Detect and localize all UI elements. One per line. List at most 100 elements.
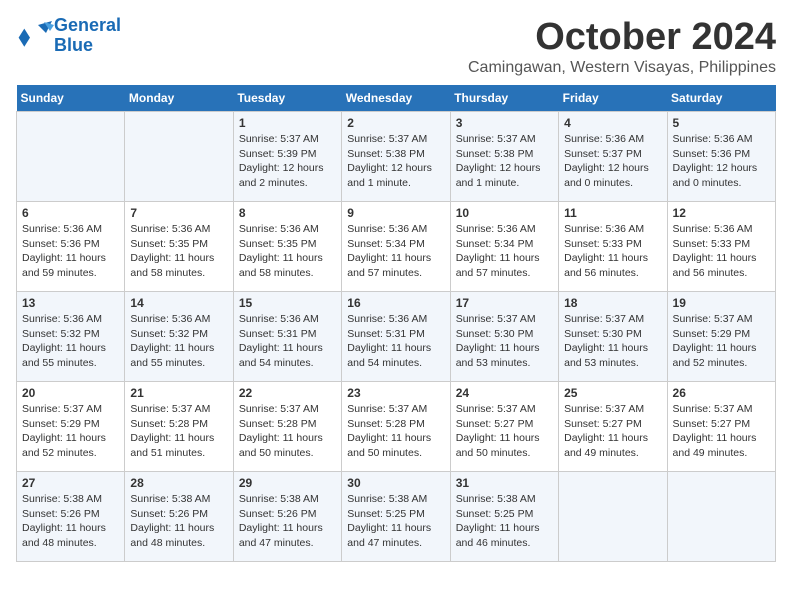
- day-number: 5: [673, 116, 770, 130]
- day-number: 19: [673, 296, 770, 310]
- day-info: Sunrise: 5:37 AMSunset: 5:28 PMDaylight:…: [347, 402, 444, 461]
- calendar-cell: 4Sunrise: 5:36 AMSunset: 5:37 PMDaylight…: [559, 112, 667, 202]
- day-number: 20: [22, 386, 119, 400]
- calendar-cell: [125, 112, 233, 202]
- day-info: Sunrise: 5:38 AMSunset: 5:25 PMDaylight:…: [456, 492, 553, 551]
- calendar-week-2: 6Sunrise: 5:36 AMSunset: 5:36 PMDaylight…: [17, 202, 776, 292]
- day-number: 1: [239, 116, 336, 130]
- day-info: Sunrise: 5:37 AMSunset: 5:27 PMDaylight:…: [456, 402, 553, 461]
- calendar-cell: 27Sunrise: 5:38 AMSunset: 5:26 PMDayligh…: [17, 472, 125, 562]
- day-number: 26: [673, 386, 770, 400]
- calendar-cell: 2Sunrise: 5:37 AMSunset: 5:38 PMDaylight…: [342, 112, 450, 202]
- calendar-cell: 9Sunrise: 5:36 AMSunset: 5:34 PMDaylight…: [342, 202, 450, 292]
- calendar-table: SundayMondayTuesdayWednesdayThursdayFrid…: [16, 85, 776, 562]
- location-subtitle: Camingawan, Western Visayas, Philippines: [468, 59, 776, 77]
- logo-icon: ⬧: [16, 17, 54, 55]
- header-thursday: Thursday: [450, 85, 558, 112]
- calendar-cell: 18 Sunrise: 5:37 AMSunset: 5:30 PMDayligh…: [559, 292, 667, 382]
- day-info: Sunrise: 5:36 AMSunset: 5:35 PMDaylight:…: [130, 222, 227, 281]
- calendar-cell: [17, 112, 125, 202]
- calendar-cell: [667, 472, 775, 562]
- day-number: 18: [564, 296, 661, 310]
- day-info: Sunrise: 5:37 AMSunset: 5:29 PMDaylight:…: [673, 312, 770, 371]
- calendar-cell: 31 Sunrise: 5:38 AMSunset: 5:25 PMDayligh…: [450, 472, 558, 562]
- calendar-week-3: 13 Sunrise: 5:36 AMSunset: 5:32 PMDayligh…: [17, 292, 776, 382]
- month-title: October 2024: [468, 16, 776, 59]
- header-monday: Monday: [125, 85, 233, 112]
- calendar-cell: 20 Sunrise: 5:37 AMSunset: 5:29 PMDayligh…: [17, 382, 125, 472]
- logo-text: General Blue: [54, 16, 121, 56]
- calendar-cell: 22 Sunrise: 5:37 AMSunset: 5:28 PMDayligh…: [233, 382, 341, 472]
- calendar-week-4: 20 Sunrise: 5:37 AMSunset: 5:29 PMDayligh…: [17, 382, 776, 472]
- day-number: 21: [130, 386, 227, 400]
- day-number: 15: [239, 296, 336, 310]
- calendar-cell: 24 Sunrise: 5:37 AMSunset: 5:27 PMDayligh…: [450, 382, 558, 472]
- header-wednesday: Wednesday: [342, 85, 450, 112]
- logo: ⬧ General Blue: [16, 16, 121, 56]
- calendar-cell: 1 Sunrise: 5:37 AMSunset: 5:39 PMDaylight…: [233, 112, 341, 202]
- day-number: 7: [130, 206, 227, 220]
- title-block: October 2024 Camingawan, Western Visayas…: [468, 16, 776, 77]
- day-info: Sunrise: 5:36 AMSunset: 5:32 PMDaylight:…: [130, 312, 227, 371]
- calendar-cell: 13 Sunrise: 5:36 AMSunset: 5:32 PMDayligh…: [17, 292, 125, 382]
- day-info: Sunrise: 5:37 AMSunset: 5:30 PMDaylight:…: [564, 312, 661, 371]
- day-info: Sunrise: 5:38 AMSunset: 5:26 PMDaylight:…: [130, 492, 227, 551]
- day-number: 29: [239, 476, 336, 490]
- day-number: 12: [673, 206, 770, 220]
- day-info: Sunrise: 5:36 AMSunset: 5:36 PMDaylight:…: [22, 222, 119, 281]
- day-info: Sunrise: 5:37 AMSunset: 5:27 PMDaylight:…: [673, 402, 770, 461]
- calendar-cell: 29 Sunrise: 5:38 AMSunset: 5:26 PMDayligh…: [233, 472, 341, 562]
- day-info: Sunrise: 5:37 AMSunset: 5:38 PMDaylight:…: [347, 132, 444, 191]
- day-number: 30: [347, 476, 444, 490]
- calendar-cell: 12 Sunrise: 5:36 AMSunset: 5:33 PMDayligh…: [667, 202, 775, 292]
- day-info: Sunrise: 5:37 AMSunset: 5:29 PMDaylight:…: [22, 402, 119, 461]
- day-number: 16: [347, 296, 444, 310]
- header-saturday: Saturday: [667, 85, 775, 112]
- calendar-cell: 10Sunrise: 5:36 AMSunset: 5:34 PMDayligh…: [450, 202, 558, 292]
- day-info: Sunrise: 5:36 AMSunset: 5:33 PMDaylight:…: [673, 222, 770, 281]
- header-friday: Friday: [559, 85, 667, 112]
- calendar-cell: 7 Sunrise: 5:36 AMSunset: 5:35 PMDaylight…: [125, 202, 233, 292]
- calendar-cell: 16 Sunrise: 5:36 AMSunset: 5:31 PMDayligh…: [342, 292, 450, 382]
- day-number: 22: [239, 386, 336, 400]
- calendar-cell: 19 Sunrise: 5:37 AMSunset: 5:29 PMDayligh…: [667, 292, 775, 382]
- day-number: 27: [22, 476, 119, 490]
- day-number: 24: [456, 386, 553, 400]
- svg-text:⬧: ⬧: [18, 20, 31, 51]
- day-info: Sunrise: 5:36 AMSunset: 5:32 PMDaylight:…: [22, 312, 119, 371]
- day-number: 3: [456, 116, 553, 130]
- logo-line2: Blue: [54, 35, 93, 55]
- calendar-cell: 14 Sunrise: 5:36 AMSunset: 5:32 PMDayligh…: [125, 292, 233, 382]
- day-info: Sunrise: 5:38 AMSunset: 5:26 PMDaylight:…: [239, 492, 336, 551]
- calendar-header-row: SundayMondayTuesdayWednesdayThursdayFrid…: [17, 85, 776, 112]
- calendar-cell: 23 Sunrise: 5:37 AMSunset: 5:28 PMDayligh…: [342, 382, 450, 472]
- logo-line1: General: [54, 15, 121, 35]
- day-info: Sunrise: 5:36 AMSunset: 5:34 PMDaylight:…: [347, 222, 444, 281]
- day-number: 25: [564, 386, 661, 400]
- header-sunday: Sunday: [17, 85, 125, 112]
- calendar-cell: 30Sunrise: 5:38 AMSunset: 5:25 PMDayligh…: [342, 472, 450, 562]
- day-info: Sunrise: 5:37 AMSunset: 5:28 PMDaylight:…: [239, 402, 336, 461]
- day-info: Sunrise: 5:36 AMSunset: 5:36 PMDaylight:…: [673, 132, 770, 191]
- day-info: Sunrise: 5:37 AMSunset: 5:38 PMDaylight:…: [456, 132, 553, 191]
- day-info: Sunrise: 5:36 AMSunset: 5:31 PMDaylight:…: [347, 312, 444, 371]
- calendar-week-1: 1 Sunrise: 5:37 AMSunset: 5:39 PMDaylight…: [17, 112, 776, 202]
- day-info: Sunrise: 5:36 AMSunset: 5:34 PMDaylight:…: [456, 222, 553, 281]
- calendar-cell: 6Sunrise: 5:36 AMSunset: 5:36 PMDaylight…: [17, 202, 125, 292]
- calendar-cell: 28 Sunrise: 5:38 AMSunset: 5:26 PMDayligh…: [125, 472, 233, 562]
- day-number: 28: [130, 476, 227, 490]
- calendar-cell: 21Sunrise: 5:37 AMSunset: 5:28 PMDayligh…: [125, 382, 233, 472]
- day-number: 17: [456, 296, 553, 310]
- calendar-cell: 8Sunrise: 5:36 AMSunset: 5:35 PMDaylight…: [233, 202, 341, 292]
- day-info: Sunrise: 5:37 AMSunset: 5:27 PMDaylight:…: [564, 402, 661, 461]
- day-number: 23: [347, 386, 444, 400]
- day-number: 13: [22, 296, 119, 310]
- calendar-cell: 15Sunrise: 5:36 AMSunset: 5:31 PMDayligh…: [233, 292, 341, 382]
- calendar-cell: [559, 472, 667, 562]
- day-info: Sunrise: 5:37 AMSunset: 5:39 PMDaylight:…: [239, 132, 336, 191]
- day-info: Sunrise: 5:37 AMSunset: 5:30 PMDaylight:…: [456, 312, 553, 371]
- day-number: 14: [130, 296, 227, 310]
- day-number: 31: [456, 476, 553, 490]
- day-info: Sunrise: 5:36 AMSunset: 5:33 PMDaylight:…: [564, 222, 661, 281]
- day-number: 4: [564, 116, 661, 130]
